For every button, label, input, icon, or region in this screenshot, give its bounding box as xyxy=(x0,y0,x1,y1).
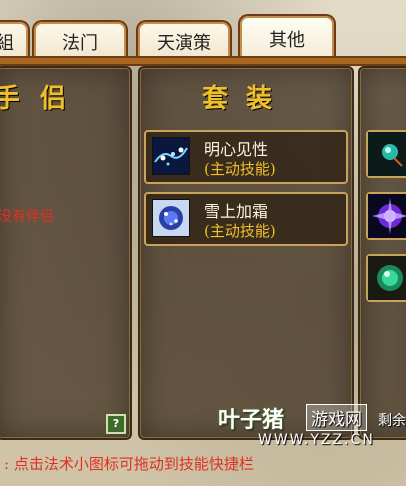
skill-row-mingxin[interactable]: 明心见性 (主动技能) xyxy=(144,130,348,184)
watermark-brand: 叶子猪 xyxy=(218,408,285,433)
right-slot[interactable] xyxy=(366,254,406,302)
tab-qita-label: 其他 xyxy=(269,30,305,51)
green-orb-icon xyxy=(368,256,406,300)
partner-panel: 手侣 没有伴侣 ? xyxy=(0,66,132,440)
partner-title-fragment: 侣 xyxy=(40,84,87,114)
drag-hint-text: : 点击法术小图标可拖动到技能快捷栏 xyxy=(4,455,254,473)
right-slot[interactable] xyxy=(366,192,406,240)
teal-bead-icon xyxy=(368,132,406,176)
set-panel-title: 套装 xyxy=(201,84,290,114)
right-panel xyxy=(358,66,406,440)
tab-famen-label: 法门 xyxy=(62,33,98,54)
purple-burst-icon xyxy=(368,194,406,238)
watermark-url: WWW.YZZ.CN xyxy=(258,432,375,448)
skill-type: (主动技能) xyxy=(204,160,276,178)
partner-panel-title: 手侣 xyxy=(0,78,130,115)
side-text: 剩余 xyxy=(378,413,406,429)
frost-skill-icon[interactable] xyxy=(152,199,190,237)
set-panel: 套装 明心见性 (主动技能) 雪上加霜 (主动技能) xyxy=(138,66,354,440)
help-button[interactable]: ? xyxy=(106,414,126,434)
watermark-tag: 游戏网 xyxy=(306,404,367,431)
partner-title-edge: 手 xyxy=(0,84,41,114)
skill-name: 明心见性 xyxy=(204,140,269,159)
skill-row-xueshang[interactable]: 雪上加霜 (主动技能) xyxy=(144,192,348,246)
watermark: 叶子猪 游戏网 WWW.YZZ.CN xyxy=(218,400,378,456)
skill-type: (主动技能) xyxy=(204,222,276,240)
tab-strip xyxy=(0,56,406,66)
skill-name: 雪上加霜 xyxy=(204,202,269,221)
tab-left-partial-label: 組 xyxy=(0,33,14,54)
tab-tianyance-label: 天演策 xyxy=(157,33,211,54)
mind-skill-icon[interactable] xyxy=(152,137,190,175)
right-slot[interactable] xyxy=(366,130,406,178)
no-partner-text: 没有伴侣 xyxy=(0,209,54,225)
